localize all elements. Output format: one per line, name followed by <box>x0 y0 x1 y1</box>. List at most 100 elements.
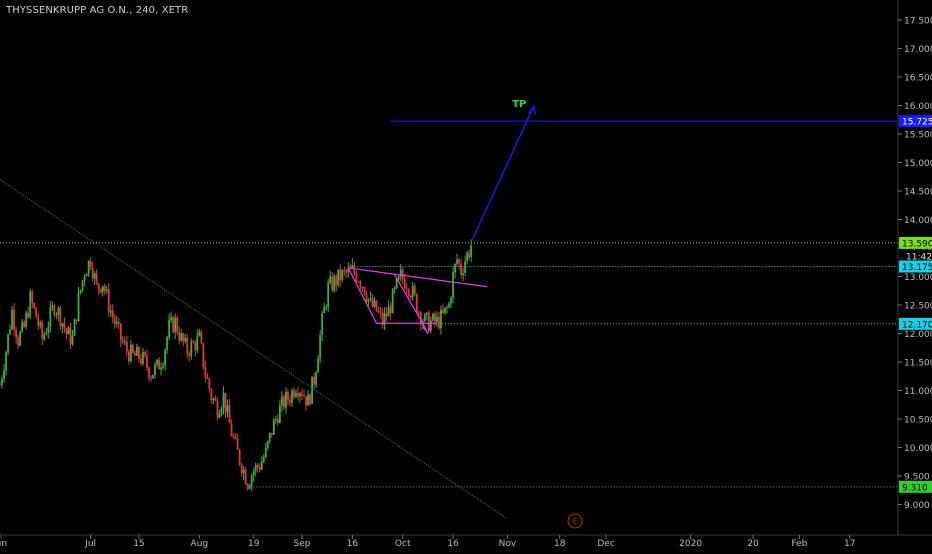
candle-body <box>174 317 177 333</box>
candle-body <box>250 475 253 486</box>
candle-body <box>379 311 382 313</box>
candle-body <box>367 299 370 302</box>
candle-body <box>13 309 15 330</box>
candle-body <box>468 252 471 258</box>
candle-body <box>85 274 88 277</box>
candle-body <box>210 389 213 401</box>
candle-body <box>21 321 24 332</box>
price-tick-label: 10.000 <box>904 444 932 454</box>
candle-body <box>99 288 102 293</box>
candle-body <box>89 260 92 268</box>
candle-body <box>63 323 66 329</box>
price-tick-label: 14.500 <box>904 188 932 198</box>
candle-body <box>315 372 318 385</box>
price-tick-label: 14.000 <box>904 216 932 226</box>
candle-body <box>278 405 281 423</box>
candle-body <box>109 310 112 313</box>
candle-body <box>317 358 320 373</box>
candle-body <box>136 347 138 356</box>
candle-body <box>313 376 316 385</box>
chart-background <box>0 0 932 550</box>
candle-body <box>47 326 50 334</box>
candle-body <box>365 294 368 302</box>
candle-body <box>59 307 62 327</box>
candle-body <box>427 312 430 331</box>
candle-body <box>148 367 150 378</box>
candle-body <box>65 328 68 335</box>
candle-body <box>17 337 20 346</box>
candle-body <box>345 270 348 273</box>
candle-body <box>55 314 58 316</box>
candle-body <box>172 317 175 333</box>
time-tick-label: 16 <box>447 539 459 549</box>
earnings-event-label: E <box>573 517 578 526</box>
candle-body <box>446 307 448 309</box>
candle-body <box>9 329 11 335</box>
candle-body <box>311 376 313 404</box>
candle-body <box>454 264 456 273</box>
candle-body <box>204 367 207 377</box>
candle-body <box>208 378 211 390</box>
candle-body <box>11 309 13 330</box>
candle-body <box>71 336 74 345</box>
candle-body <box>103 286 106 292</box>
candle-body <box>329 276 332 283</box>
candle-body <box>91 267 94 279</box>
candle-body <box>119 323 122 341</box>
time-tick-label: Nov <box>499 539 517 549</box>
candle-body <box>196 336 199 351</box>
candle-body <box>299 393 301 397</box>
candle-body <box>138 347 140 359</box>
candle-body <box>413 285 416 295</box>
candle-body <box>45 333 48 335</box>
candle-body <box>252 471 255 476</box>
chart-title: THYSSENKRUPP AG O.N., 240, XETR <box>6 5 189 16</box>
candle-body <box>234 437 237 439</box>
candle-body <box>180 333 183 341</box>
time-tick-label: Jun <box>0 539 7 549</box>
candle-body <box>25 312 28 327</box>
candle-body <box>202 342 205 368</box>
candle-body <box>224 392 227 413</box>
candle-body <box>129 344 132 362</box>
candle-body <box>305 396 307 406</box>
candle-body <box>264 447 267 458</box>
candle-body <box>131 344 134 353</box>
candle-body <box>156 359 158 365</box>
candle-body <box>216 400 219 418</box>
candle-body <box>184 337 187 342</box>
candle-body <box>105 289 108 292</box>
time-tick-label: 20 <box>747 539 759 549</box>
chart-canvas[interactable]: TP E 17.500 17.000 16.500 16.000 15.500 15.000… <box>0 0 932 550</box>
candle-body <box>389 306 392 314</box>
candle-body <box>127 351 130 362</box>
candle-body <box>303 395 305 397</box>
candle-body <box>287 391 289 400</box>
price-tick-label: 12.000 <box>904 330 932 340</box>
candle-body <box>166 337 169 350</box>
candle-body <box>254 464 257 472</box>
candle-body <box>142 351 144 364</box>
candle-body <box>27 312 30 318</box>
candle-body <box>434 313 436 322</box>
candle-body <box>248 485 251 489</box>
candle-body <box>3 370 5 379</box>
candle-body <box>401 269 404 279</box>
candle-body <box>83 276 86 281</box>
time-tick-label: Sep <box>294 539 311 549</box>
candle-body <box>391 289 394 314</box>
candle-body <box>214 398 217 401</box>
candle-body <box>403 278 406 289</box>
candle-body <box>73 319 76 337</box>
time-tick-label: Aug <box>191 539 209 549</box>
candle-body <box>301 393 303 396</box>
candle-body <box>218 413 221 418</box>
candle-body <box>450 297 452 304</box>
price-tick-label: 12.500 <box>904 302 932 312</box>
candle-body <box>232 436 235 438</box>
candle-body <box>69 327 72 345</box>
candle-body <box>194 342 197 351</box>
candle-body <box>331 276 334 291</box>
candle-body <box>117 322 120 324</box>
candle-body <box>283 396 285 408</box>
